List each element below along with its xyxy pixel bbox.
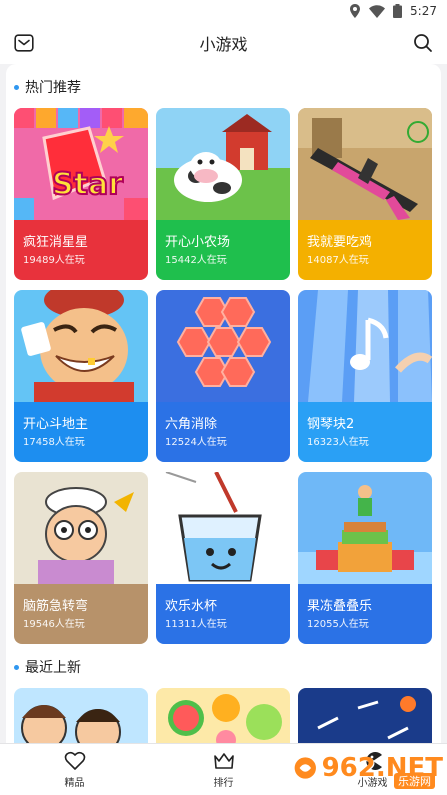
app-bar: 小游戏 [0, 22, 447, 64]
watermark-logo-icon [294, 757, 316, 779]
game-name: 果冻叠叠乐 [307, 599, 373, 614]
game-players: 11311人在玩 [165, 619, 227, 630]
game-players: 12524人在玩 [165, 437, 227, 448]
site-watermark: 962.NET 乐游网 [293, 745, 443, 791]
game-players: 17458人在玩 [23, 437, 85, 448]
crown-icon [213, 752, 234, 769]
game-art-jelly [298, 472, 432, 584]
game-name: 我就要吃鸡 [307, 235, 373, 250]
game-info: 脑筋急转弯 19546人在玩 [14, 584, 148, 644]
game-art-rifle [298, 108, 432, 220]
game-name: 六角消除 [165, 417, 218, 432]
game-info: 疯狂消星星 19489人在玩 [14, 220, 148, 280]
game-players: 19489人在玩 [23, 255, 85, 266]
game-art-piano [298, 290, 432, 402]
watermark-subtext: 乐游网 [394, 773, 435, 789]
wifi-icon [369, 4, 386, 18]
game-art-star-puzzle: Star [14, 108, 148, 220]
recent-game-card[interactable] [156, 688, 290, 743]
game-art-brain [14, 472, 148, 584]
tab-ranking[interactable]: 排行 [149, 744, 298, 795]
game-name: 开心斗地主 [23, 417, 89, 432]
game-name: 钢琴块2 [307, 417, 355, 432]
game-card[interactable]: 果冻叠叠乐 12055人在玩 [298, 472, 432, 644]
section-recent: 最近上新 [14, 654, 433, 680]
game-card[interactable]: Star 疯狂消星星 19489人在玩 [14, 108, 148, 280]
main-content: 热门推荐 Star 疯狂消星星 19489人在玩 开心小农场 15442人在玩 … [6, 64, 441, 743]
section-title: 最近上新 [25, 660, 81, 676]
tab-featured[interactable]: 精品 [0, 744, 149, 795]
svg-text:Star: Star [52, 167, 123, 202]
section-title: 热门推荐 [25, 80, 81, 96]
recent-grid [14, 688, 433, 743]
game-info: 六角消除 12524人在玩 [156, 402, 290, 462]
tab-label: 排行 [213, 777, 234, 789]
section-hot: 热门推荐 [14, 74, 433, 100]
game-grid: Star 疯狂消星星 19489人在玩 开心小农场 15442人在玩 我就要吃鸡… [14, 108, 433, 644]
game-art-landlord [14, 290, 148, 402]
game-info: 钢琴块2 16323人在玩 [298, 402, 432, 462]
heart-outline-icon [64, 751, 85, 770]
game-card[interactable]: 开心斗地主 17458人在玩 [14, 290, 148, 462]
battery-icon [393, 4, 403, 18]
game-players: 19546人在玩 [23, 619, 85, 630]
game-card[interactable]: 我就要吃鸡 14087人在玩 [298, 108, 432, 280]
game-players: 12055人在玩 [307, 619, 369, 630]
game-card[interactable]: 钢琴块2 16323人在玩 [298, 290, 432, 462]
game-info: 果冻叠叠乐 12055人在玩 [298, 584, 432, 644]
game-players: 14087人在玩 [307, 255, 369, 266]
game-card[interactable]: 欢乐水杯 11311人在玩 [156, 472, 290, 644]
game-name: 脑筋急转弯 [23, 599, 89, 614]
status-time: 5:27 [410, 4, 437, 18]
game-art-farm [156, 108, 290, 220]
location-icon [350, 4, 361, 18]
game-art-cup [156, 472, 290, 584]
section-dot [14, 84, 19, 90]
status-bar: 5:27 [0, 0, 447, 22]
game-players: 16323人在玩 [307, 437, 369, 448]
game-name: 疯狂消星星 [23, 235, 89, 250]
game-info: 开心斗地主 17458人在玩 [14, 402, 148, 462]
game-name: 开心小农场 [165, 235, 231, 250]
mail-icon[interactable] [12, 31, 36, 55]
game-info: 欢乐水杯 11311人在玩 [156, 584, 290, 644]
game-art-hexagon [156, 290, 290, 402]
game-card[interactable]: 开心小农场 15442人在玩 [156, 108, 290, 280]
game-info: 开心小农场 15442人在玩 [156, 220, 290, 280]
recent-game-card[interactable] [14, 688, 148, 743]
game-players: 15442人在玩 [165, 255, 227, 266]
page-title: 小游戏 [199, 35, 248, 54]
game-card[interactable]: 脑筋急转弯 19546人在玩 [14, 472, 148, 644]
game-name: 欢乐水杯 [165, 599, 218, 614]
search-icon[interactable] [411, 31, 435, 55]
tab-label: 精品 [64, 777, 85, 789]
recent-game-card[interactable] [298, 688, 432, 743]
game-card[interactable]: 六角消除 12524人在玩 [156, 290, 290, 462]
game-info: 我就要吃鸡 14087人在玩 [298, 220, 432, 280]
section-dot [14, 664, 19, 670]
